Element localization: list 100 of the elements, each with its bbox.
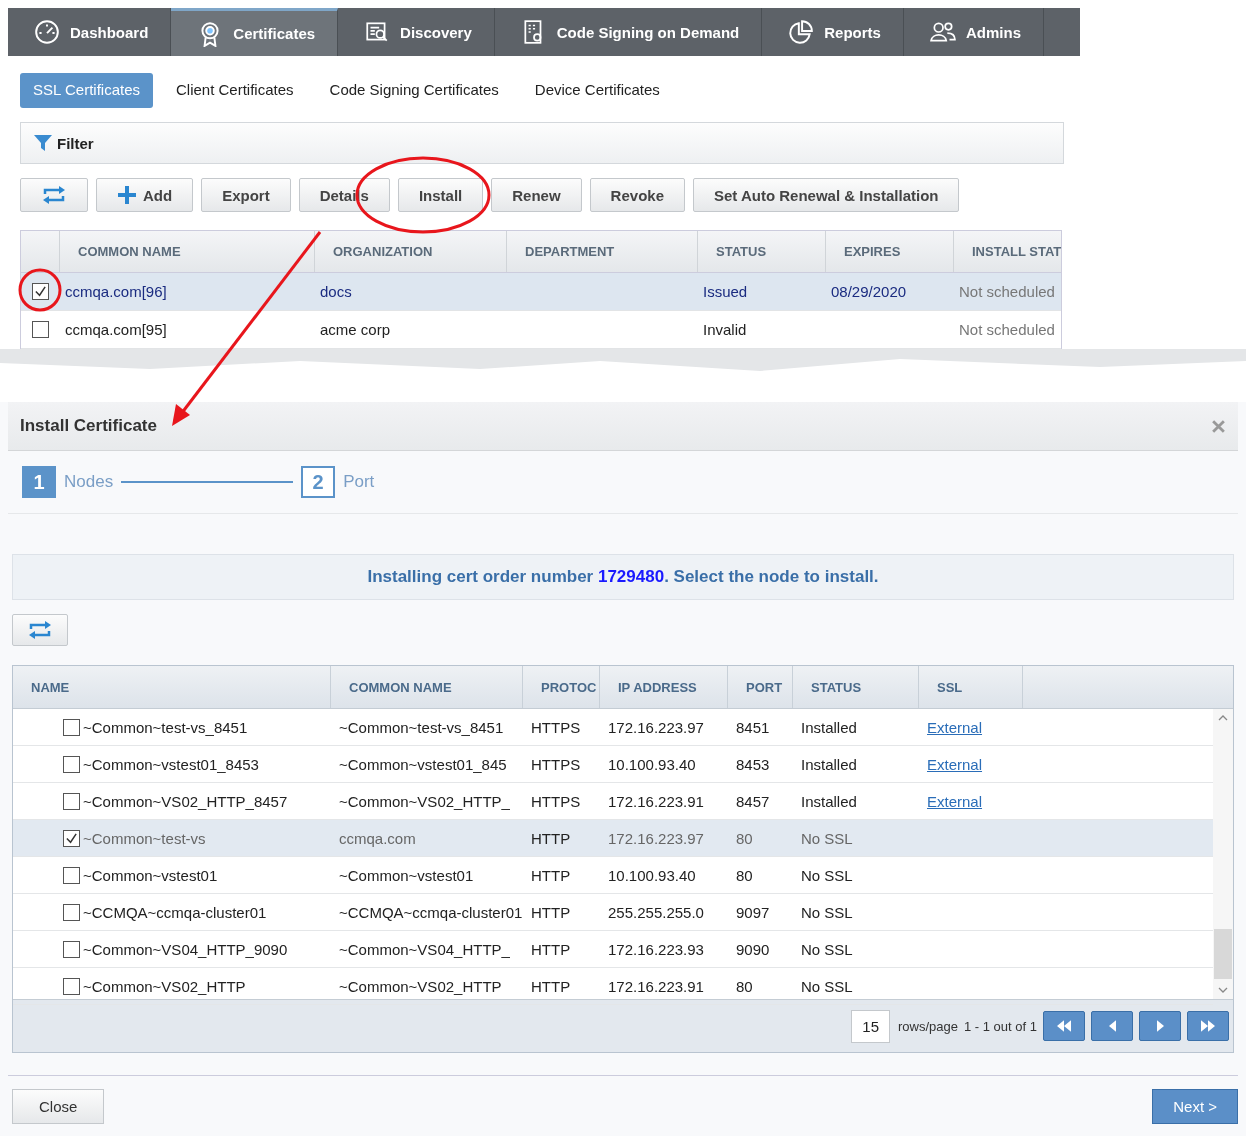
add-button[interactable]: Add — [96, 178, 194, 212]
table-cell: No SSL — [801, 977, 853, 995]
table-cell: 172.16.223.97 — [608, 718, 704, 736]
node-row[interactable]: ~Common~test-vs ccmqa.com HTTP 172.16.223.97 80 No SSL — [13, 820, 1213, 857]
checkbox[interactable] — [63, 940, 80, 958]
nav-tab[interactable]: Reports — [762, 8, 904, 56]
node-row[interactable]: ~Common~test-vs_8451 ~Common~test-vs_8451 HTTPS 172.16.223.97 8451 Installed External — [13, 709, 1213, 746]
scrollbar[interactable] — [1213, 709, 1233, 999]
table-cell: 172.16.223.97 — [608, 829, 704, 847]
table-cell: ~Common~vstest01 — [83, 866, 218, 884]
sub-tab[interactable]: Device Certificates — [521, 73, 673, 108]
checkbox[interactable] — [63, 792, 80, 810]
table-cell: 8451 — [736, 718, 770, 736]
column-header[interactable]: SSL — [919, 666, 1023, 708]
nav-tab[interactable]: Discovery — [338, 8, 495, 56]
nav-tab[interactable]: Admins — [903, 8, 1044, 56]
table-cell: HTTPS — [531, 718, 581, 736]
scroll-thumb[interactable] — [1214, 929, 1232, 979]
table-cell: 172.16.223.91 — [608, 977, 704, 995]
rows-per-page-field[interactable]: 15 — [851, 1009, 890, 1043]
last-arrow-icon — [1201, 1020, 1215, 1032]
dialog-title: Install Certificate — [20, 416, 157, 436]
instruction-message: Installing cert order number 1729480. Select the node to install. — [367, 567, 879, 587]
wizard-step: 2 Port — [301, 466, 375, 498]
column-header[interactable]: PROTOC — [523, 666, 600, 708]
nav-tab[interactable]: Code Signing on Demand — [494, 8, 763, 56]
table-cell: ~Common~test-vs — [83, 829, 206, 847]
refresh-icon — [27, 620, 53, 640]
checkbox[interactable] — [63, 866, 80, 884]
toolbar-button[interactable]: Export — [201, 178, 291, 212]
sub-tab[interactable]: SSL Certificates — [20, 73, 153, 108]
filter-label: Filter — [57, 134, 94, 152]
table-cell: No SSL — [801, 866, 853, 884]
table-cell: 80 — [736, 977, 753, 995]
nav-tab[interactable]: Certificates — [171, 8, 339, 56]
checkbox[interactable] — [63, 755, 80, 773]
sub-tab[interactable]: Client Certificates — [163, 73, 307, 108]
column-header[interactable]: PORT — [728, 666, 793, 708]
table-cell: Installed — [801, 718, 857, 736]
column-header[interactable]: INSTALL STAT — [953, 231, 1061, 272]
gauge-icon — [34, 19, 60, 45]
column-header[interactable]: EXPIRES — [825, 231, 953, 272]
column-header[interactable]: STATUS — [697, 231, 825, 272]
rows-per-page-label: rows/page — [898, 1018, 958, 1034]
column-header[interactable]: ORGANIZATION — [314, 231, 506, 272]
node-row[interactable]: ~Common~VS04_HTTP_9090 ~Common~VS04_HTTP_ HTTP 172.16.223.93 9090 No SSL — [13, 931, 1213, 968]
table-cell: ~Common~vstest01_8453 — [83, 755, 259, 773]
table-cell: Installed — [801, 755, 857, 773]
plus-icon — [117, 185, 137, 205]
table-cell: HTTP — [531, 866, 571, 884]
page-range: 1 - 1 out of 1 — [964, 1018, 1037, 1034]
toolbar-button[interactable]: Renew — [491, 178, 582, 212]
ssl-link[interactable]: External — [927, 755, 983, 773]
prev-page-button[interactable] — [1091, 1011, 1133, 1041]
table-cell: docs — [320, 283, 352, 300]
scroll-down-icon[interactable] — [1218, 987, 1228, 993]
next-arrow-icon — [1156, 1020, 1164, 1032]
next-page-button[interactable] — [1139, 1011, 1181, 1041]
checkbox[interactable] — [63, 977, 80, 995]
sub-tab[interactable]: Code Signing Certificates — [316, 73, 512, 108]
column-header[interactable]: IP ADDRESS — [600, 666, 728, 708]
table-cell: ~Common~VS02_HTTP — [83, 977, 246, 995]
column-header[interactable]: STATUS — [793, 666, 919, 708]
node-row[interactable]: ~Common~vstest01 ~Common~vstest01 HTTP 10.100.93.40 80 No SSL — [13, 857, 1213, 894]
checkbox[interactable] — [63, 829, 80, 847]
scroll-up-icon[interactable] — [1218, 715, 1228, 721]
certificate-row[interactable]: ccmqa.com[96] docs Issued 08/29/2020 Not scheduled — [21, 273, 1061, 311]
column-header[interactable]: COMMON NAME — [59, 231, 314, 272]
ssl-link[interactable]: External — [927, 718, 983, 736]
table-cell: 10.100.93.40 — [608, 755, 696, 773]
table-cell: No SSL — [801, 940, 853, 958]
refresh-button[interactable] — [20, 178, 88, 212]
toolbar-button[interactable]: Set Auto Renewal & Installation — [693, 178, 960, 212]
checkbox[interactable] — [63, 718, 80, 736]
column-header[interactable]: NAME — [13, 666, 331, 708]
table-cell: HTTP — [531, 829, 571, 847]
next-button[interactable]: Next > — [1152, 1089, 1238, 1124]
table-cell: 08/29/2020 — [831, 283, 907, 300]
last-page-button[interactable] — [1187, 1011, 1229, 1041]
pie-icon — [788, 19, 815, 45]
first-page-button[interactable] — [1043, 1011, 1085, 1041]
checkbox[interactable] — [31, 321, 49, 338]
node-row[interactable]: ~Common~vstest01_8453 ~Common~vstest01_845 HTTPS 10.100.93.40 8453 Installed External — [13, 746, 1213, 783]
node-row[interactable]: ~CCMQA~ccmqa-cluster01 ~CCMQA~ccmqa-cluster01 HTTP 255.255.255.0 9097 No SSL — [13, 894, 1213, 931]
column-header[interactable]: COMMON NAME — [331, 666, 523, 708]
checkbox[interactable] — [63, 903, 80, 921]
toolbar-button[interactable]: Install — [397, 178, 484, 212]
ssl-link[interactable]: External — [927, 792, 983, 810]
table-cell: 172.16.223.91 — [608, 792, 704, 810]
table-cell: ~Common~vstest01_845 — [339, 755, 507, 773]
table-cell: ~Common~VS02_HTTP — [339, 977, 502, 995]
checkbox[interactable] — [31, 283, 49, 300]
close-button[interactable]: Close — [12, 1089, 105, 1124]
refresh-button[interactable] — [12, 614, 68, 646]
table-cell: 80 — [736, 829, 753, 847]
funnel-icon — [33, 133, 53, 153]
column-header[interactable]: DEPARTMENT — [506, 231, 697, 272]
table-cell: ccmqa.com[95] — [65, 321, 167, 338]
filter-bar[interactable]: Filter — [20, 122, 1064, 164]
toolbar-button[interactable]: Revoke — [589, 178, 685, 212]
